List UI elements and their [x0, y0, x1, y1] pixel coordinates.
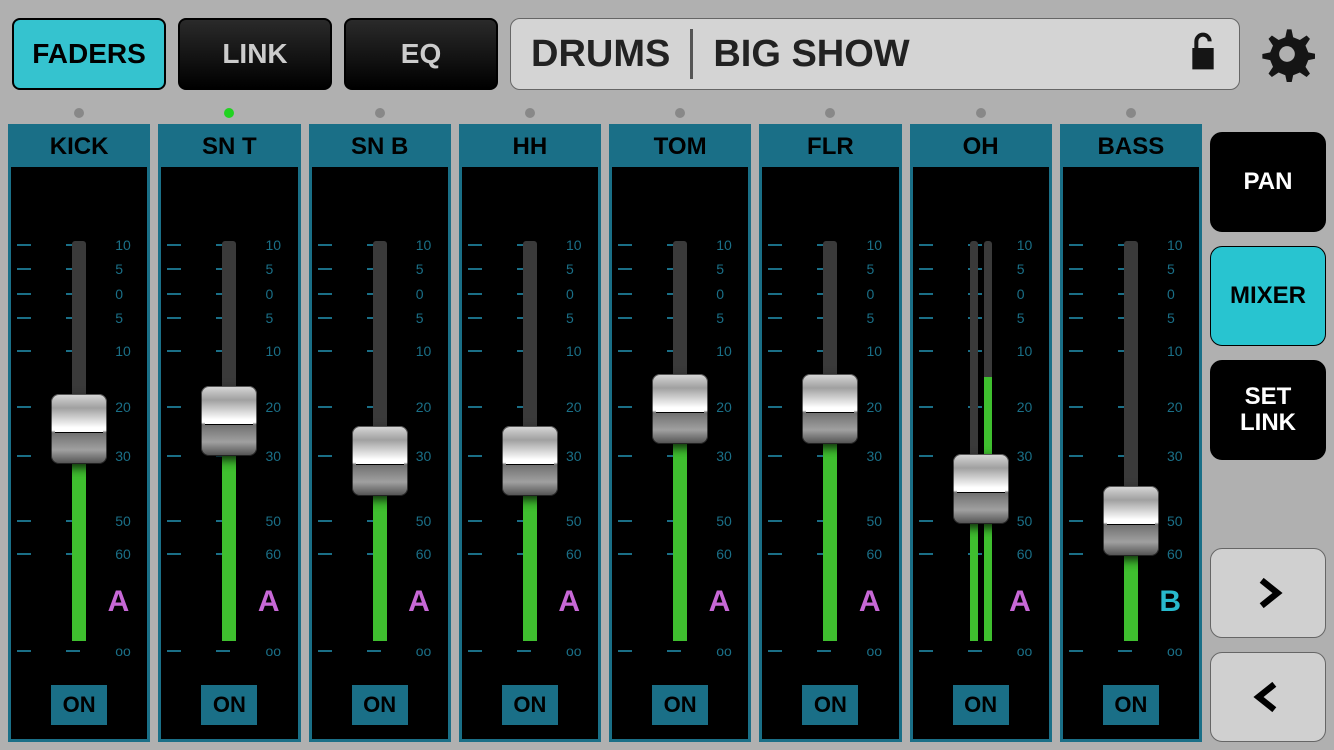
channel-oh: OH105051020305060ooA ON	[910, 108, 1052, 742]
channel-indicator	[675, 108, 685, 118]
fader-knob[interactable]	[802, 374, 858, 444]
channel-on-button[interactable]: ON	[51, 685, 107, 725]
channel-on-button[interactable]: ON	[502, 685, 558, 725]
channel-body: TOM105051020305060ooA ON	[609, 124, 751, 742]
fader-track[interactable]	[970, 241, 992, 641]
channel-sn-t: SN T105051020305060ooA ON	[158, 108, 300, 742]
fader-area: 105051020305060ooA	[913, 167, 1049, 673]
channel-label[interactable]: KICK	[11, 127, 147, 167]
group-letter: A	[408, 585, 430, 619]
fader-knob[interactable]	[1103, 486, 1159, 556]
settings-icon[interactable]	[1252, 26, 1322, 82]
title-divider	[690, 29, 693, 79]
chevron-left-icon	[1249, 678, 1287, 716]
lock-icon[interactable]	[1187, 32, 1219, 77]
channel-indicator	[976, 108, 986, 118]
channel-body: OH105051020305060ooA ON	[910, 124, 1052, 742]
fader-knob[interactable]	[953, 454, 1009, 524]
channel-indicator	[224, 108, 234, 118]
group-name: DRUMS	[531, 33, 670, 76]
fader-area: 105051020305060ooA	[762, 167, 898, 673]
fader-knob[interactable]	[51, 394, 107, 464]
fader-area: 105051020305060ooA	[312, 167, 448, 673]
fader-area: 105051020305060ooA	[161, 167, 297, 673]
channel-on-button[interactable]: ON	[953, 685, 1009, 725]
channel-indicator	[825, 108, 835, 118]
channel-body: SN B105051020305060ooA ON	[309, 124, 451, 742]
fader-area: 105051020305060ooA	[462, 167, 598, 673]
channel-indicator	[375, 108, 385, 118]
group-letter: A	[709, 585, 731, 619]
channel-on-button[interactable]: ON	[352, 685, 408, 725]
fader-area: 105051020305060ooA	[612, 167, 748, 673]
channel-on-button[interactable]: ON	[1103, 685, 1159, 725]
group-letter: B	[1159, 585, 1181, 619]
pan-button[interactable]: PAN	[1210, 132, 1326, 232]
channel-strip-container: KICK105051020305060ooAONSN T105051020305…	[8, 108, 1202, 742]
channel-label[interactable]: BASS	[1063, 127, 1199, 167]
tab-link[interactable]: LINK	[178, 18, 332, 90]
channel-body: BASS105051020305060ooB ON	[1060, 124, 1202, 742]
group-letter: A	[859, 585, 881, 619]
fader-knob[interactable]	[352, 426, 408, 496]
tab-faders[interactable]: FADERS	[12, 18, 166, 90]
side-panel: PAN MIXER SET LINK	[1210, 108, 1326, 742]
fader-knob[interactable]	[652, 374, 708, 444]
channel-kick: KICK105051020305060ooA ON	[8, 108, 150, 742]
title-bar[interactable]: DRUMS BIG SHOW	[510, 18, 1240, 90]
channel-body: SN T105051020305060ooA ON	[158, 124, 300, 742]
channel-label[interactable]: SN B	[312, 127, 448, 167]
fader-area: 105051020305060ooA	[11, 167, 147, 673]
channel-indicator	[1126, 108, 1136, 118]
group-letter: A	[258, 585, 280, 619]
header-bar: FADERS LINK EQ DRUMS BIG SHOW	[0, 0, 1334, 108]
fader-area: 105051020305060ooB	[1063, 167, 1199, 673]
chevron-right-icon	[1249, 574, 1287, 612]
fader-knob[interactable]	[201, 386, 257, 456]
channel-body: HH105051020305060ooA ON	[459, 124, 601, 742]
set-link-button[interactable]: SET LINK	[1210, 360, 1326, 460]
group-letter: A	[108, 585, 130, 619]
channel-indicator	[525, 108, 535, 118]
fader-knob[interactable]	[502, 426, 558, 496]
channel-bass: BASS105051020305060ooB ON	[1060, 108, 1202, 742]
fader-track[interactable]	[1124, 241, 1138, 641]
channel-body: KICK105051020305060ooA ON	[8, 124, 150, 742]
channel-label[interactable]: FLR	[762, 127, 898, 167]
channel-label[interactable]: HH	[462, 127, 598, 167]
channel-indicator	[74, 108, 84, 118]
tab-eq[interactable]: EQ	[344, 18, 498, 90]
group-letter: A	[1009, 585, 1031, 619]
channel-label[interactable]: SN T	[161, 127, 297, 167]
channel-sn-b: SN B105051020305060ooA ON	[309, 108, 451, 742]
channel-on-button[interactable]: ON	[652, 685, 708, 725]
channel-on-button[interactable]: ON	[201, 685, 257, 725]
show-name: BIG SHOW	[713, 33, 1167, 76]
channel-on-button[interactable]: ON	[802, 685, 858, 725]
prev-page-button[interactable]	[1210, 652, 1326, 742]
channel-tom: TOM105051020305060ooA ON	[609, 108, 751, 742]
channel-flr: FLR105051020305060ooA ON	[759, 108, 901, 742]
next-page-button[interactable]	[1210, 548, 1326, 638]
channel-label[interactable]: OH	[913, 127, 1049, 167]
channel-label[interactable]: TOM	[612, 127, 748, 167]
main-area: KICK105051020305060ooAONSN T105051020305…	[0, 108, 1334, 750]
group-letter: A	[558, 585, 580, 619]
mixer-button[interactable]: MIXER	[1210, 246, 1326, 346]
channel-hh: HH105051020305060ooA ON	[459, 108, 601, 742]
channel-body: FLR105051020305060ooA ON	[759, 124, 901, 742]
